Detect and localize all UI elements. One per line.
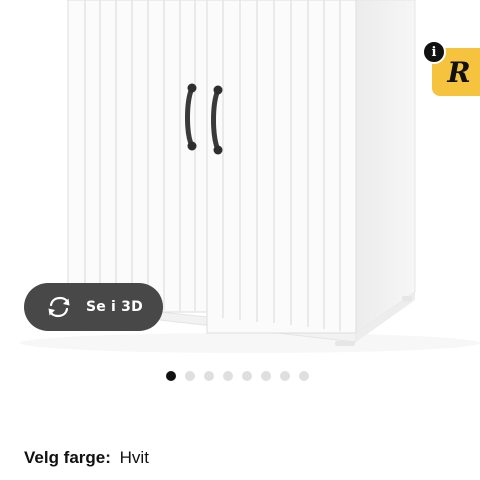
carousel-dot[interactable]: [185, 371, 195, 381]
carousel-dot[interactable]: [166, 371, 176, 381]
color-selection: Velg farge: Hvit: [24, 448, 149, 468]
carousel-dot[interactable]: [204, 371, 214, 381]
carousel-dots: [166, 371, 309, 381]
color-value: Hvit: [119, 448, 149, 467]
color-label: Velg farge:: [24, 448, 111, 467]
view-in-3d-button[interactable]: Se i 3D: [24, 283, 163, 331]
view-in-3d-label: Se i 3D: [86, 299, 143, 315]
rotate-3d-icon: [46, 296, 72, 318]
r-badge[interactable]: i R: [422, 38, 480, 98]
carousel-dot[interactable]: [280, 371, 290, 381]
carousel-dot[interactable]: [299, 371, 309, 381]
carousel-dot[interactable]: [242, 371, 252, 381]
r-logo-icon: R: [447, 56, 471, 89]
carousel-dot[interactable]: [223, 371, 233, 381]
carousel-dot[interactable]: [261, 371, 271, 381]
